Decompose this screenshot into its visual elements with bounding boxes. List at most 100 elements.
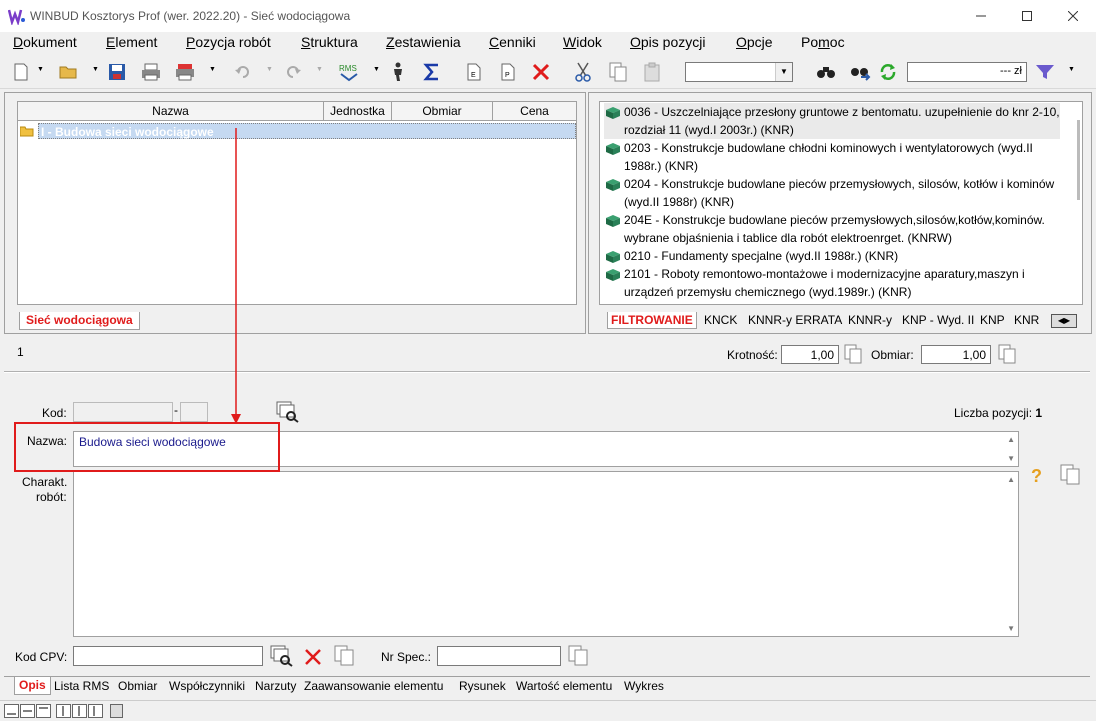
menu-zestawienia[interactable]: Zestawienia xyxy=(386,34,461,50)
tab-wspolczynniki[interactable]: Współczynniki xyxy=(166,678,248,694)
tab-rysunek[interactable]: Rysunek xyxy=(456,678,509,694)
tree-row[interactable]: I - Budowa sieci wodociągowe xyxy=(18,123,576,140)
list-item[interactable]: 0036 - Uszczelniające przesłony gruntowe… xyxy=(604,103,1060,139)
list-item[interactable]: 204E - Konstrukcje budowlane pieców prze… xyxy=(604,211,1060,247)
layout-buttons-icon[interactable] xyxy=(4,704,124,718)
tab-wykres[interactable]: Wykres xyxy=(621,678,667,694)
maximize-button[interactable] xyxy=(1004,0,1050,32)
dropdown-arrow-icon[interactable]: ▼ xyxy=(209,66,217,74)
menu-pozycja-robot[interactable]: Pozycja robót xyxy=(186,34,271,50)
chevron-down-icon[interactable]: ▼ xyxy=(775,63,792,81)
position-report-button[interactable]: P xyxy=(497,61,519,83)
tab-knp[interactable]: KNP xyxy=(977,312,1008,328)
tab-knnr-y-errata[interactable]: KNNR-y ERRATA xyxy=(745,312,845,328)
refresh-button[interactable] xyxy=(877,61,899,83)
menu-widok[interactable]: Widok xyxy=(563,34,602,50)
tab-filtrowanie[interactable]: FILTROWANIE xyxy=(607,312,697,329)
nr-spec-field[interactable] xyxy=(437,646,561,666)
copy-doc-icon[interactable] xyxy=(334,645,354,667)
copy-doc-icon[interactable] xyxy=(998,344,1016,364)
tab-scroll-icon[interactable]: ◀▶ xyxy=(1051,314,1077,328)
copy-button[interactable] xyxy=(607,61,629,83)
sum-button[interactable] xyxy=(421,61,443,83)
lookup-catalog-icon[interactable] xyxy=(276,401,300,423)
window-title: WINBUD Kosztorys Prof (wer. 2022.20) - S… xyxy=(30,9,351,23)
minimize-button[interactable] xyxy=(958,0,1004,32)
print-button[interactable] xyxy=(140,61,162,83)
copy-doc-icon[interactable] xyxy=(844,344,862,364)
list-item[interactable]: 0204 - Konstrukcje budowlane pieców prze… xyxy=(604,175,1060,211)
dropdown-arrow-icon[interactable]: ▼ xyxy=(266,66,274,74)
scroll-up-icon[interactable]: ▲ xyxy=(1007,435,1015,444)
save-button[interactable] xyxy=(106,61,128,83)
dropdown-arrow-icon[interactable]: ▼ xyxy=(1068,66,1076,74)
copy-doc-icon[interactable] xyxy=(1060,464,1080,486)
tab-lista-rms[interactable]: Lista RMS xyxy=(51,678,112,694)
menu-element[interactable]: Element xyxy=(106,34,157,50)
column-cena[interactable]: Cena xyxy=(493,102,576,121)
help-question-icon[interactable]: ? xyxy=(1028,465,1046,487)
tab-knr[interactable]: KNR xyxy=(1011,312,1042,328)
delete-button[interactable] xyxy=(530,61,552,83)
column-nazwa[interactable]: Nazwa xyxy=(18,102,324,121)
kod-field[interactable] xyxy=(73,402,173,422)
tab-obmiar[interactable]: Obmiar xyxy=(115,678,160,694)
column-obmiar[interactable]: Obmiar xyxy=(392,102,493,121)
scroll-up-icon[interactable]: ▲ xyxy=(1007,475,1015,484)
menu-opis-pozycji[interactable]: Opis pozycji xyxy=(630,34,705,50)
charakterystyka-textarea[interactable]: ▲ ▼ xyxy=(73,471,1019,637)
price-field[interactable]: --- zł xyxy=(907,62,1027,82)
kod-suffix-field[interactable] xyxy=(180,402,208,422)
scrollbar-thumb[interactable] xyxy=(1077,120,1080,200)
list-item[interactable]: 0210 - Fundamenty specjalne (wyd.II 1988… xyxy=(604,247,1060,265)
menu-struktura[interactable]: Struktura xyxy=(301,34,358,50)
obmiar-label: Obmiar: xyxy=(871,348,914,362)
filter-button[interactable] xyxy=(1034,61,1056,83)
tab-opis[interactable]: Opis xyxy=(14,677,51,695)
menu-cenniki[interactable]: Cenniki xyxy=(489,34,536,50)
dropdown-arrow-icon[interactable]: ▼ xyxy=(373,66,381,74)
copy-doc-icon[interactable] xyxy=(568,645,588,667)
kod-cpv-field[interactable] xyxy=(73,646,263,666)
menu-dokument[interactable]: Dokument xyxy=(13,34,77,50)
element-report-button[interactable]: E xyxy=(463,61,485,83)
find-button[interactable] xyxy=(815,61,837,83)
tab-narzuty[interactable]: Narzuty xyxy=(252,678,299,694)
redo-button[interactable] xyxy=(282,61,304,83)
cut-button[interactable] xyxy=(572,61,594,83)
export-pdf-button[interactable] xyxy=(174,61,196,83)
tab-wartosc-elementu[interactable]: Wartość elementu xyxy=(513,678,615,694)
view-combo[interactable]: ▼ xyxy=(685,62,793,82)
tab-knp-wyd-ii[interactable]: KNP - Wyd. II xyxy=(899,312,977,328)
krotnosc-field[interactable]: 1,00 xyxy=(781,345,839,364)
scroll-down-icon[interactable]: ▼ xyxy=(1007,624,1015,633)
list-item[interactable]: 0203 - Konstrukcje budowlane chłodni kom… xyxy=(604,139,1060,175)
worker-icon xyxy=(394,62,402,81)
tab-knck[interactable]: KNCK xyxy=(701,312,740,328)
dropdown-arrow-icon[interactable]: ▼ xyxy=(92,66,100,74)
undo-button[interactable] xyxy=(232,61,254,83)
list-item[interactable]: 2101 - Roboty remontowo-montażowe i mode… xyxy=(604,265,1060,301)
nr-spec-label: Nr Spec.: xyxy=(381,650,432,664)
column-jednostka[interactable]: Jednostka xyxy=(324,102,392,121)
paste-button[interactable] xyxy=(641,61,663,83)
obmiar-field[interactable]: 1,00 xyxy=(921,345,991,364)
open-button[interactable] xyxy=(58,61,80,83)
new-document-button[interactable] xyxy=(10,61,32,83)
tab-zaawansowanie[interactable]: Zaawansowanie elementu xyxy=(301,678,446,694)
close-button[interactable] xyxy=(1050,0,1096,32)
lookup-catalog-icon[interactable] xyxy=(270,645,294,667)
menu-opcje[interactable]: Opcje xyxy=(736,34,773,50)
tab-knnr-y[interactable]: KNNR-y xyxy=(845,312,895,328)
scroll-down-icon[interactable]: ▼ xyxy=(1007,454,1015,463)
worker-button[interactable] xyxy=(387,61,409,83)
find-next-button[interactable] xyxy=(849,61,871,83)
rms-button[interactable]: RMS xyxy=(338,61,360,83)
dropdown-arrow-icon[interactable]: ▼ xyxy=(316,66,324,74)
tab-siec-wodociagowa[interactable]: Sieć wodociągowa xyxy=(19,312,140,330)
menu-pomoc[interactable]: Pomoc xyxy=(801,34,845,50)
dropdown-arrow-icon[interactable]: ▼ xyxy=(37,66,45,74)
clear-x-icon[interactable] xyxy=(304,648,322,666)
catalog-list[interactable]: 0036 - Uszczelniające przesłony gruntowe… xyxy=(599,101,1083,305)
structure-tree[interactable]: Nazwa Jednostka Obmiar Cena I - Budowa s… xyxy=(17,101,577,305)
